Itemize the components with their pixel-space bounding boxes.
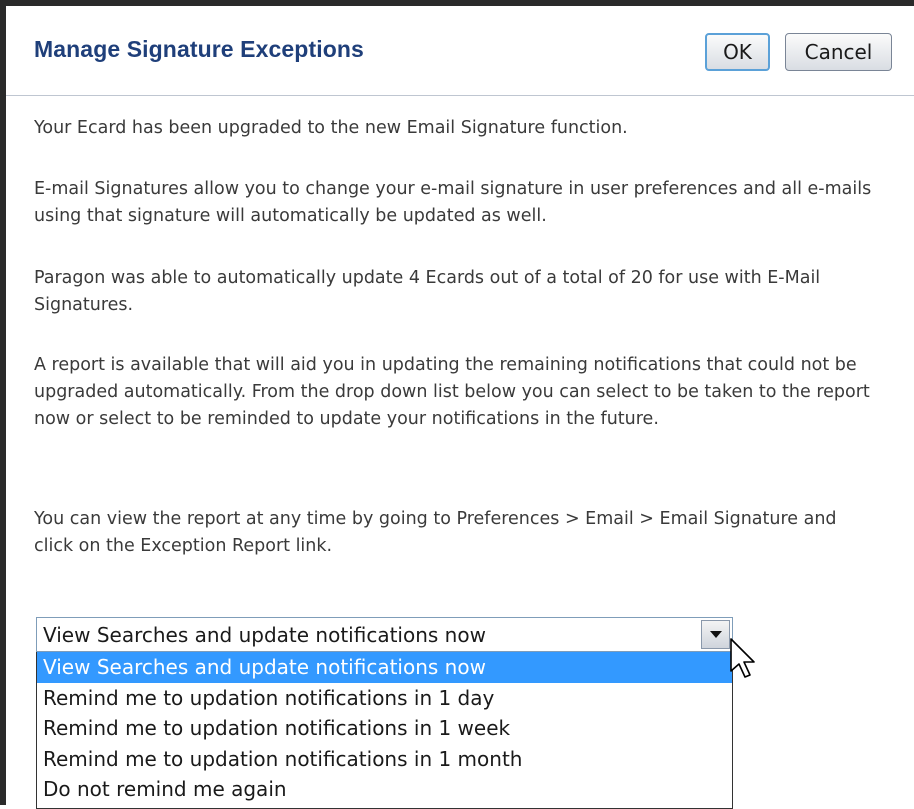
update-count-text: Paragon was able to automatically update… [34,268,821,315]
cancel-button[interactable]: Cancel [785,33,892,71]
reminder-options-list: View Searches and update notifications n… [36,652,733,809]
reminder-select-value: View Searches and update notifications n… [43,623,486,647]
option-remind-1-week[interactable]: Remind me to updation notifications in 1… [37,713,732,744]
ok-button[interactable]: OK [705,33,770,71]
reminder-select[interactable]: View Searches and update notifications n… [36,617,733,652]
header-divider [6,95,914,96]
option-view-searches-now[interactable]: View Searches and update notifications n… [37,652,732,683]
upgrade-notice-text: Your Ecard has been upgraded to the new … [34,118,628,138]
report-info-text: A report is available that will aid you … [34,355,870,429]
signature-info-text: E-mail Signatures allow you to change yo… [34,179,872,226]
manage-signature-exceptions-dialog: Manage Signature Exceptions OK Cancel Yo… [0,0,914,809]
dialog-title: Manage Signature Exceptions [34,36,364,62]
option-do-not-remind[interactable]: Do not remind me again [37,774,732,805]
report-location-text: You can view the report at any time by g… [34,509,837,556]
option-remind-1-month[interactable]: Remind me to updation notifications in 1… [37,744,732,775]
option-remind-1-day[interactable]: Remind me to updation notifications in 1… [37,683,732,714]
chevron-down-icon[interactable] [701,620,730,649]
mouse-pointer-icon [730,638,755,678]
